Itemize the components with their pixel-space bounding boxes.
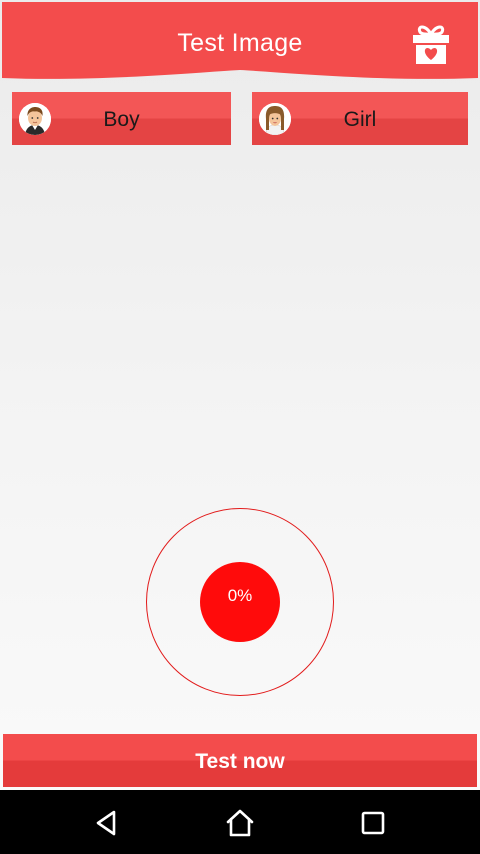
app-header: Test Image <box>2 2 478 84</box>
system-navigation-bar <box>0 790 480 854</box>
recents-icon[interactable] <box>358 808 388 838</box>
girl-button[interactable]: Girl <box>252 92 468 145</box>
test-now-button[interactable]: Test now <box>3 734 477 787</box>
progress-percent: 0% <box>227 586 253 605</box>
progress-gauge: 0% <box>146 508 334 696</box>
home-icon[interactable] <box>225 808 255 838</box>
girl-label: Girl <box>343 108 377 131</box>
boy-label: Boy <box>103 108 140 131</box>
gauge-core: 0% <box>200 562 280 642</box>
test-now-label: Test now <box>195 750 285 773</box>
boy-button[interactable]: Boy <box>12 92 231 145</box>
back-icon[interactable] <box>92 808 122 838</box>
gift-heart-icon[interactable] <box>407 22 455 68</box>
